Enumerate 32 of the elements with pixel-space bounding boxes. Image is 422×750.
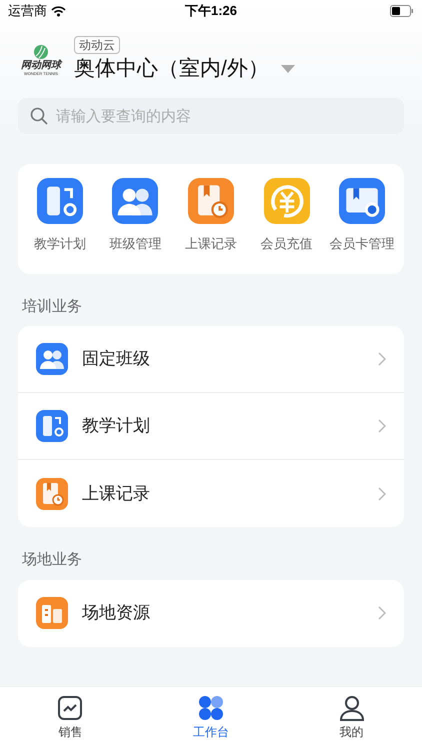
list-item[interactable]: 场地资源 xyxy=(18,580,404,646)
battery-icon xyxy=(390,5,414,17)
tag-label: 动动云 xyxy=(74,36,120,54)
search-field[interactable]: 请输入要查询的内容 xyxy=(18,98,404,134)
logo-text: 网动网球 xyxy=(21,60,61,72)
logo-icon xyxy=(33,44,49,60)
chevron-right-icon xyxy=(378,486,386,500)
shortcut-button[interactable]: 班级管理 xyxy=(98,178,172,254)
person-icon xyxy=(338,695,365,721)
chevron-right-icon xyxy=(378,606,386,620)
section-title: 场地业务 xyxy=(21,550,83,570)
dropdown-caret-icon xyxy=(280,65,295,73)
venue-selector[interactable]: 奥体中心（室内/外） xyxy=(74,54,295,84)
shortcut-button[interactable]: 会员充值 xyxy=(250,178,324,254)
tab-item[interactable]: 工作台 xyxy=(140,687,282,750)
list-item[interactable]: 固定班级 xyxy=(18,326,404,393)
wifi-icon xyxy=(51,6,66,16)
carrier-text: 运营商 xyxy=(8,2,47,20)
shortcut-button[interactable]: 会员卡管理 xyxy=(325,178,400,254)
tab-item[interactable]: 销售 xyxy=(0,687,141,750)
list-item[interactable]: 教学计划 xyxy=(18,393,404,460)
list-item[interactable]: 上课记录 xyxy=(18,460,404,527)
grid-icon xyxy=(198,695,224,721)
shortcut-button[interactable]: 教学计划 xyxy=(22,178,97,254)
shortcut-button[interactable]: 上课记录 xyxy=(174,178,248,254)
search-icon xyxy=(30,107,48,125)
section-title: 培训业务 xyxy=(21,296,83,316)
chart-icon xyxy=(57,695,84,721)
chevron-right-icon xyxy=(378,352,386,366)
tab-item[interactable]: 我的 xyxy=(281,687,422,750)
clock-text: 下午1:26 xyxy=(184,2,238,20)
chevron-right-icon xyxy=(378,419,386,433)
